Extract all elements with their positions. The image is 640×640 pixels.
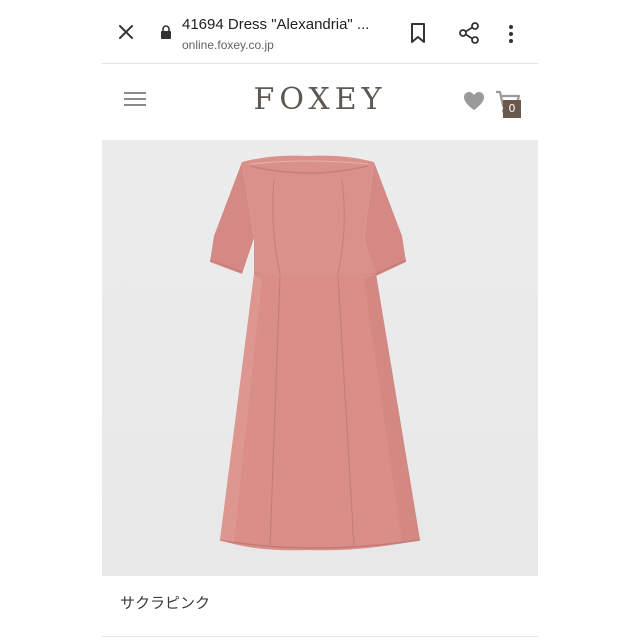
lock-icon <box>161 25 171 39</box>
dress-illustration <box>209 155 421 551</box>
phone-screen: 41694 Dress "Alexandria" ... online.foxe… <box>102 0 538 640</box>
heart-icon[interactable] <box>462 90 486 112</box>
more-vert-icon[interactable] <box>508 24 514 44</box>
bookmark-icon[interactable] <box>409 22 427 44</box>
color-name: サクラピンク <box>120 594 211 612</box>
browser-toolbar: 41694 Dress "Alexandria" ... online.foxe… <box>102 0 538 64</box>
divider <box>102 636 538 637</box>
share-icon[interactable] <box>458 22 480 44</box>
url-text[interactable]: online.foxey.co.jp <box>182 38 274 52</box>
cart-count-badge[interactable]: 0 <box>503 100 521 118</box>
page-title[interactable]: 41694 Dress "Alexandria" ... <box>182 16 392 33</box>
product-image[interactable] <box>102 140 538 576</box>
close-icon[interactable] <box>116 22 136 42</box>
site-header: FOXEY 0 <box>102 64 538 140</box>
